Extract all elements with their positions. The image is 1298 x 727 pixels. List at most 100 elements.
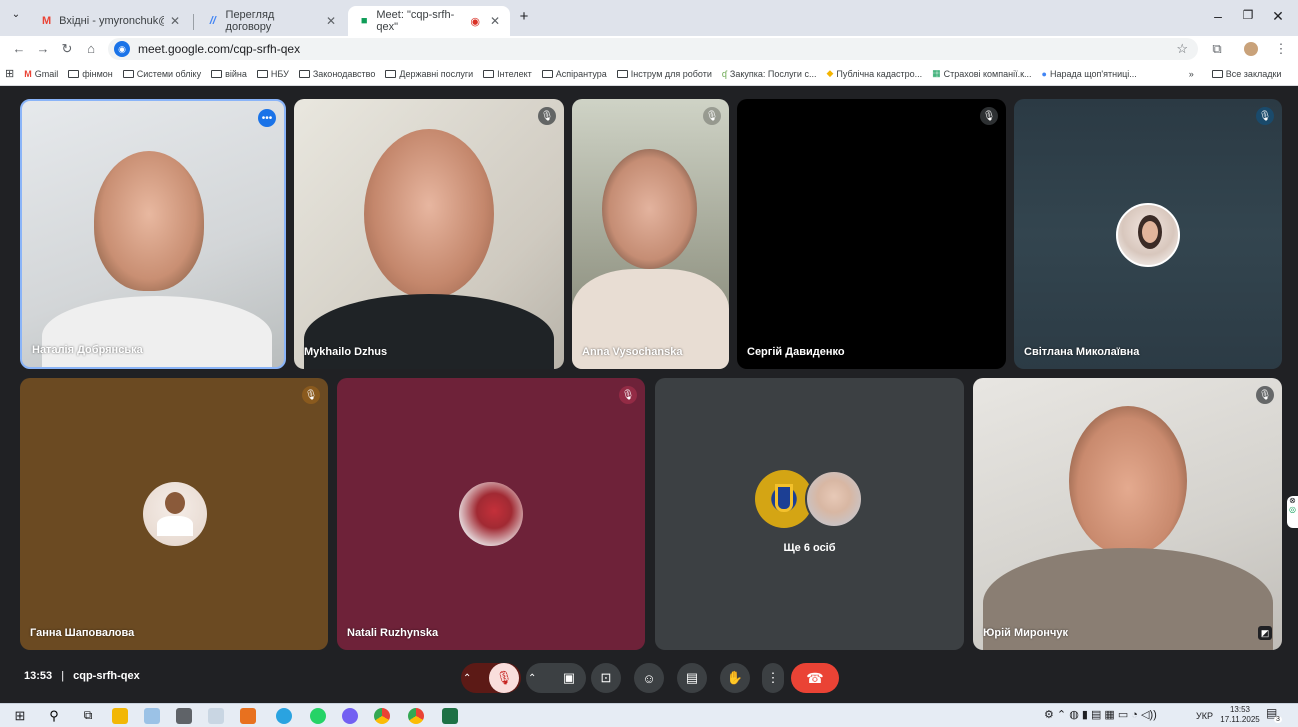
bookmark-prozorro[interactable]: ʠ Закупка: Послуги с...: [717, 69, 822, 79]
participant-tile[interactable]: 🎙 Сергій Давиденко: [737, 99, 1006, 369]
notification-count: 3: [1274, 716, 1282, 723]
participant-tile[interactable]: ••• Наталія Добрянська: [20, 99, 286, 369]
close-tab-icon[interactable]: ✕: [326, 14, 336, 28]
keyboard-language[interactable]: УКР: [1196, 711, 1213, 721]
minimize-icon[interactable]: –: [1206, 8, 1230, 24]
clock-time: 13:53: [1229, 705, 1251, 714]
menu-icon[interactable]: ⋮: [1272, 41, 1290, 57]
tab-title: Meet: "cqp-srfh-qex": [376, 9, 455, 33]
more-options-icon[interactable]: •••: [258, 109, 276, 127]
mic-control[interactable]: ⌃ 🎙: [461, 663, 521, 693]
hang-up-icon: ☎: [806, 669, 824, 686]
mic-off-icon: 🎙: [538, 107, 556, 125]
meet-addon-icon[interactable]: ◎: [1287, 505, 1298, 514]
reload-icon[interactable]: ↻: [58, 41, 76, 57]
mic-off-icon: 🎙: [1256, 107, 1274, 125]
side-panel-handle[interactable]: ⊗ ◎: [1287, 496, 1298, 528]
file-explorer-icon[interactable]: [112, 708, 128, 724]
url-field[interactable]: ◉ meet.google.com/cqp-srfh-qex ☆: [108, 38, 1198, 60]
chrome-icon[interactable]: [408, 708, 424, 724]
clock[interactable]: 13:53 17.11.2025: [1220, 705, 1260, 725]
bookmark-folder[interactable]: війна: [206, 69, 252, 79]
bookmark-folder[interactable]: Системи обліку: [118, 69, 206, 79]
bookmark-folder[interactable]: Інтелект: [478, 69, 537, 79]
calculator-icon[interactable]: [176, 708, 192, 724]
mic-options-icon[interactable]: ⌃: [463, 673, 489, 684]
mic-muted-icon[interactable]: 🎙: [489, 663, 519, 693]
participant-tile[interactable]: 🎙 ◩ Юрій Мирончук: [973, 378, 1282, 650]
tab-title: Перегляд договору: [225, 9, 275, 33]
others-tile[interactable]: Ще 6 осіб: [655, 378, 964, 650]
excel-icon[interactable]: [442, 708, 458, 724]
bookmark-insurance[interactable]: ▦ Страхові компанії.к...: [927, 68, 1036, 79]
raise-hand-button[interactable]: ✋: [720, 663, 750, 693]
bookmark-star-icon[interactable]: ☆: [1176, 41, 1188, 57]
telegram-icon[interactable]: [276, 708, 292, 724]
bookmark-folder[interactable]: Інструм для роботи: [612, 69, 717, 79]
bookmark-folder[interactable]: Державні послуги: [380, 69, 478, 79]
bookmark-meeting[interactable]: ● Нарада щоп'ятниці...: [1037, 69, 1142, 79]
bookmark-folder[interactable]: Аспірантура: [537, 69, 612, 79]
folder-icon: [298, 69, 310, 78]
viber-icon[interactable]: [342, 708, 358, 724]
tab-contract[interactable]: // Перегляд договору ✕: [196, 6, 346, 36]
bookmarks-overflow[interactable]: »: [1184, 69, 1199, 79]
search-icon[interactable]: ⚲: [46, 708, 62, 724]
camera-control[interactable]: ⌃ ▣: [526, 663, 586, 693]
whatsapp-icon[interactable]: [310, 708, 326, 724]
app-icon[interactable]: [208, 708, 224, 724]
pin-icon[interactable]: ◩: [1258, 626, 1272, 640]
folder-icon: [483, 69, 495, 78]
close-tab-icon[interactable]: ✕: [170, 14, 180, 28]
video-feed: [602, 149, 697, 269]
participant-tile[interactable]: 🎙 Natali Ruzhynska: [337, 378, 645, 650]
folder-icon: [256, 69, 268, 78]
back-icon[interactable]: ←: [10, 41, 28, 56]
task-view-icon[interactable]: ⧉: [80, 708, 96, 724]
close-tab-icon[interactable]: ✕: [490, 14, 500, 28]
app-icon[interactable]: [240, 708, 256, 724]
close-icon[interactable]: ⊗: [1287, 496, 1298, 505]
chrome-icon[interactable]: [374, 708, 390, 724]
participant-tile[interactable]: 🎙 Mykhailo Dzhus: [294, 99, 564, 369]
bookmark-folder[interactable]: НБУ: [252, 69, 294, 79]
profile-avatar[interactable]: [1244, 42, 1258, 56]
bookmark-folder[interactable]: Законодавство: [294, 69, 381, 79]
more-options-button[interactable]: ⋮: [762, 663, 784, 693]
more-vert-icon: ⋮: [766, 670, 780, 685]
close-window-icon[interactable]: ✕: [1266, 8, 1290, 25]
site-info-icon[interactable]: ◉: [114, 41, 130, 57]
app-icon[interactable]: [144, 708, 160, 724]
start-icon[interactable]: ⊞: [12, 708, 28, 724]
tab-search-icon[interactable]: ⌄: [4, 9, 28, 20]
captions-button[interactable]: ▤: [677, 663, 707, 693]
camera-options-icon[interactable]: ⌃: [528, 673, 554, 684]
bookmark-folder[interactable]: фінмон: [63, 69, 118, 79]
extensions-icon[interactable]: ⧉: [1208, 41, 1226, 57]
bookmark-gmail[interactable]: M Gmail: [19, 69, 63, 79]
reactions-button[interactable]: ☺: [634, 663, 664, 693]
present-icon: ⊡: [600, 670, 612, 685]
tray-icons[interactable]: ⚙ ⌃ ◍ ▮ ▤ ▦ ▭ ◔ ◁)): [1044, 708, 1157, 721]
present-button[interactable]: ⊡: [591, 663, 621, 693]
participant-tile[interactable]: 🎙 Ганна Шаповалова: [20, 378, 328, 650]
mic-off-icon: 🎙: [1256, 386, 1274, 404]
participant-name: Юрій Мирончук: [983, 627, 1068, 639]
camera-icon[interactable]: ▣: [554, 663, 584, 693]
url-text: meet.google.com/cqp-srfh-qex: [138, 42, 301, 56]
notifications-icon[interactable]: ▤ 3: [1266, 706, 1282, 723]
new-tab-button[interactable]: +: [512, 8, 536, 25]
maximize-icon[interactable]: ❐: [1236, 8, 1260, 22]
mic-off-icon: 🎙: [302, 386, 320, 404]
end-call-button[interactable]: ☎: [791, 663, 839, 693]
apps-icon[interactable]: ⊞: [0, 67, 19, 80]
tab-meet[interactable]: ■ Meet: "cqp-srfh-qex" ◉ ✕: [348, 6, 510, 36]
bookmark-cadastre[interactable]: ◆ Публічна кадастро...: [821, 68, 927, 79]
all-bookmarks[interactable]: Все закладки: [1207, 69, 1287, 79]
home-icon[interactable]: ⌂: [82, 41, 100, 56]
participant-tile[interactable]: 🎙 Світлана Миколаївна: [1014, 99, 1282, 369]
emoji-icon: ☺: [642, 670, 656, 686]
participant-tile[interactable]: 🎙 Anna Vysochanska: [572, 99, 729, 369]
tab-gmail[interactable]: M Вхідні - ymyronchuk@gmail.co ✕: [30, 6, 190, 36]
forward-icon[interactable]: →: [34, 41, 52, 56]
